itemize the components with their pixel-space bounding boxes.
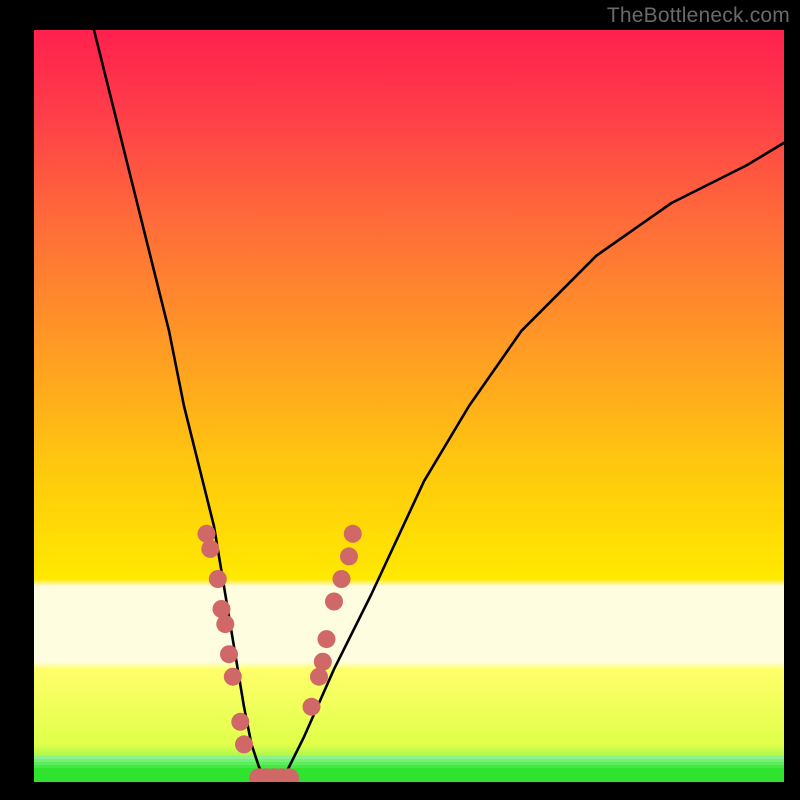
- highlight-dot: [213, 600, 231, 618]
- highlight-dot: [198, 525, 216, 543]
- highlight-dot: [303, 698, 321, 716]
- highlight-dot: [340, 547, 358, 565]
- highlight-dot: [314, 653, 332, 671]
- highlight-dot: [201, 540, 219, 558]
- highlight-dot: [325, 593, 343, 611]
- highlight-dot: [344, 525, 362, 543]
- highlight-dot: [333, 570, 351, 588]
- highlight-dot: [209, 570, 227, 588]
- highlight-dot: [310, 668, 328, 686]
- highlight-dots-bottom: [249, 768, 299, 782]
- highlight-dot: [318, 630, 336, 648]
- watermark-text: TheBottleneck.com: [607, 4, 790, 28]
- highlight-dot: [220, 645, 238, 663]
- highlight-dot: [224, 668, 242, 686]
- highlight-dot: [216, 615, 234, 633]
- chart-plot-area: [34, 30, 784, 782]
- green-band-stripes: [34, 756, 784, 782]
- chart-background: [34, 30, 784, 782]
- highlight-dot: [235, 735, 253, 753]
- chart-stage: TheBottleneck.com: [0, 0, 800, 800]
- highlight-dot: [231, 713, 249, 731]
- chart-svg: [34, 30, 784, 782]
